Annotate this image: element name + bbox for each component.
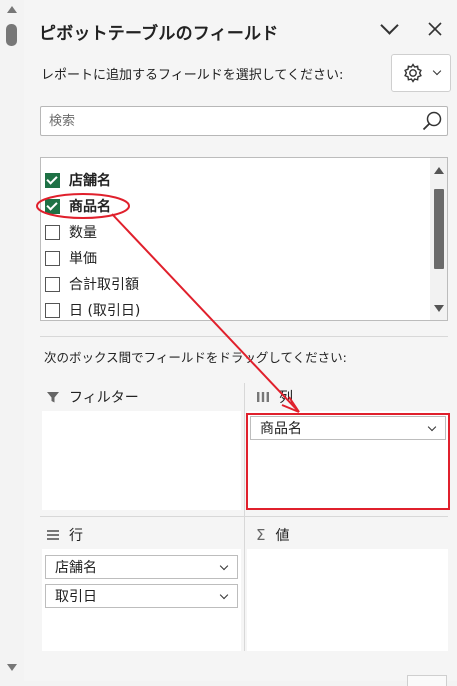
- annotation-overlay: [36, 193, 300, 413]
- arrowhead-icon: [281, 396, 300, 413]
- drag-arrow-annotation: [111, 213, 300, 413]
- highlight-circle-annotation: [36, 193, 130, 219]
